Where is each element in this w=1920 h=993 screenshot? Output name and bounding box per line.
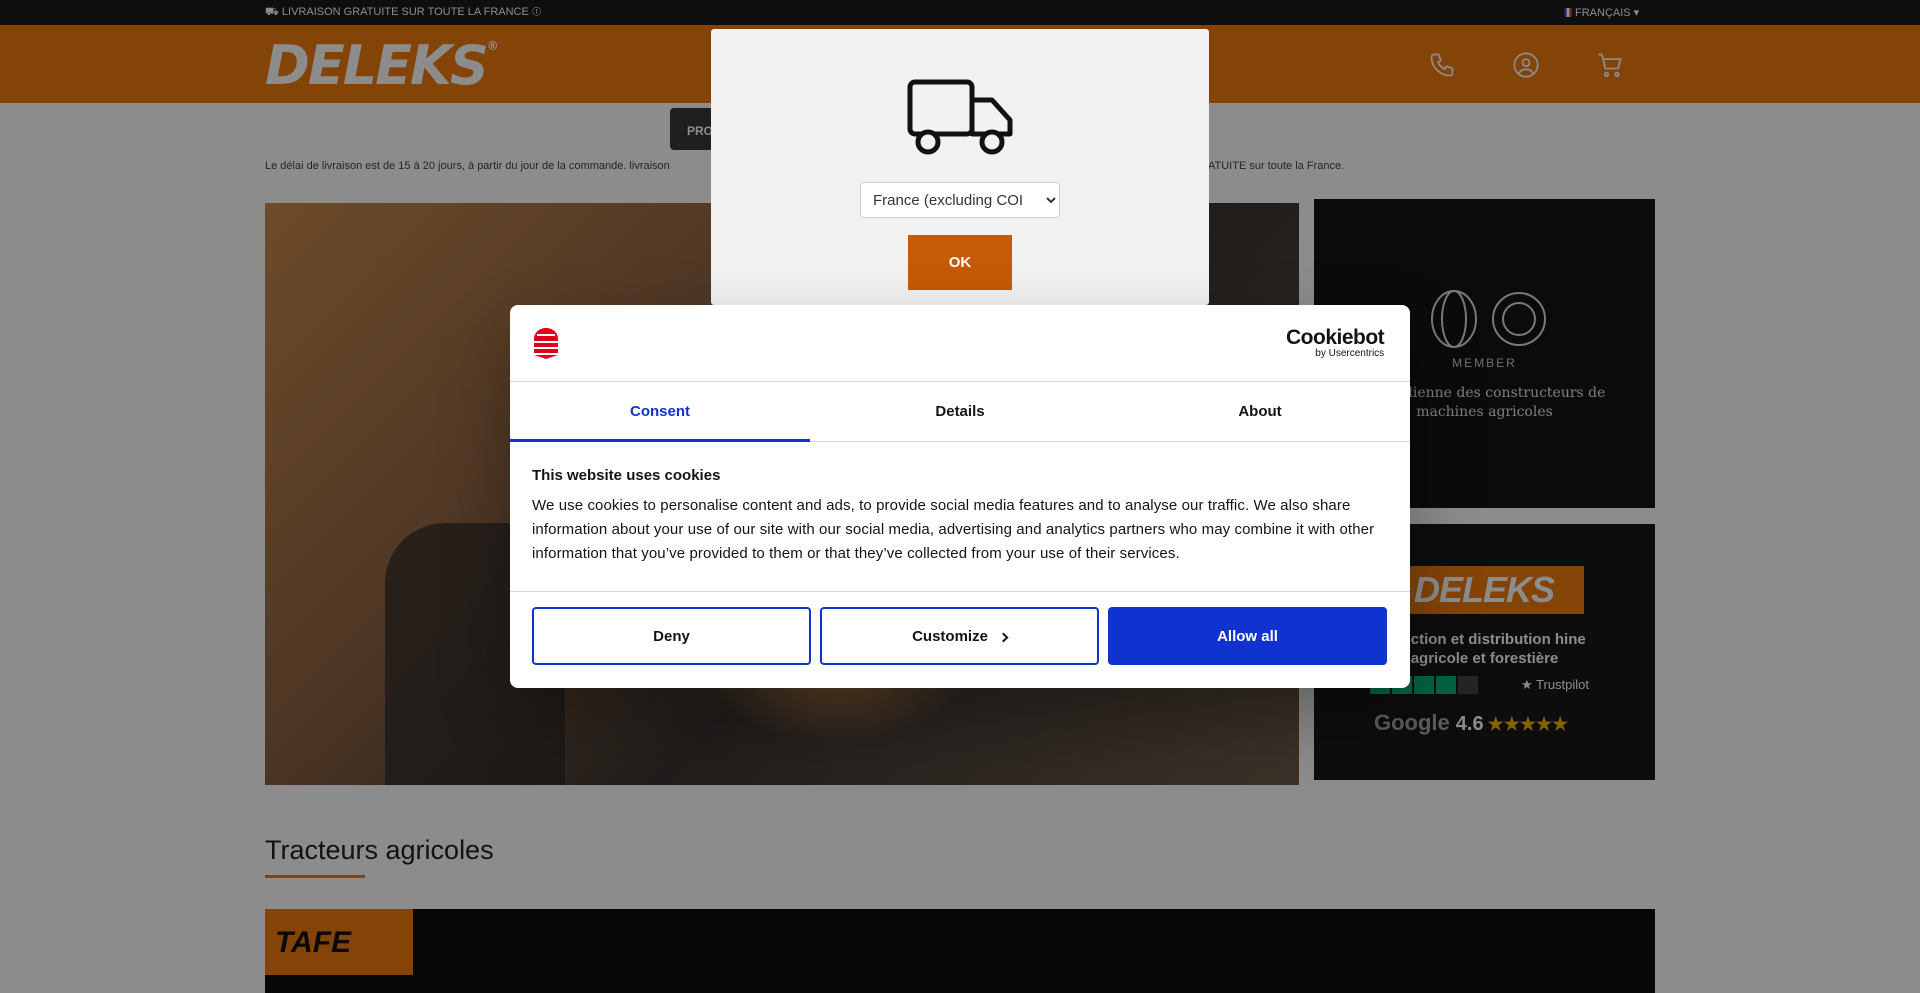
cookie-dialog-header: Cookiebot by Usercentrics [510,305,1410,382]
allow-all-button[interactable]: Allow all [1108,607,1387,665]
chevron-right-icon [998,632,1009,642]
cookie-consent-dialog: Cookiebot by Usercentrics Consent Detail… [510,305,1410,688]
cookie-dialog-body: This website uses cookies We use cookies… [510,442,1410,592]
tab-details[interactable]: Details [810,382,1110,441]
customize-button[interactable]: Customize [820,607,1099,665]
cookie-heading: This website uses cookies [532,467,721,484]
cookie-description: We use cookies to personalise content an… [532,497,1375,562]
site-logo-icon [534,328,558,359]
cookie-tabs: Consent Details About [510,382,1410,442]
deny-button[interactable]: Deny [532,607,811,665]
cookiebot-logo[interactable]: Cookiebot by Usercentrics [1286,327,1385,359]
country-selector-modal: France (excluding COI OK [711,29,1209,305]
cookie-actions: Deny Customize Allow all [510,592,1410,687]
tab-consent[interactable]: Consent [510,382,810,442]
tab-about[interactable]: About [1110,382,1410,441]
ok-button[interactable]: OK [908,235,1012,290]
delivery-truck-icon [907,79,1013,155]
country-select[interactable]: France (excluding COI [860,182,1060,218]
